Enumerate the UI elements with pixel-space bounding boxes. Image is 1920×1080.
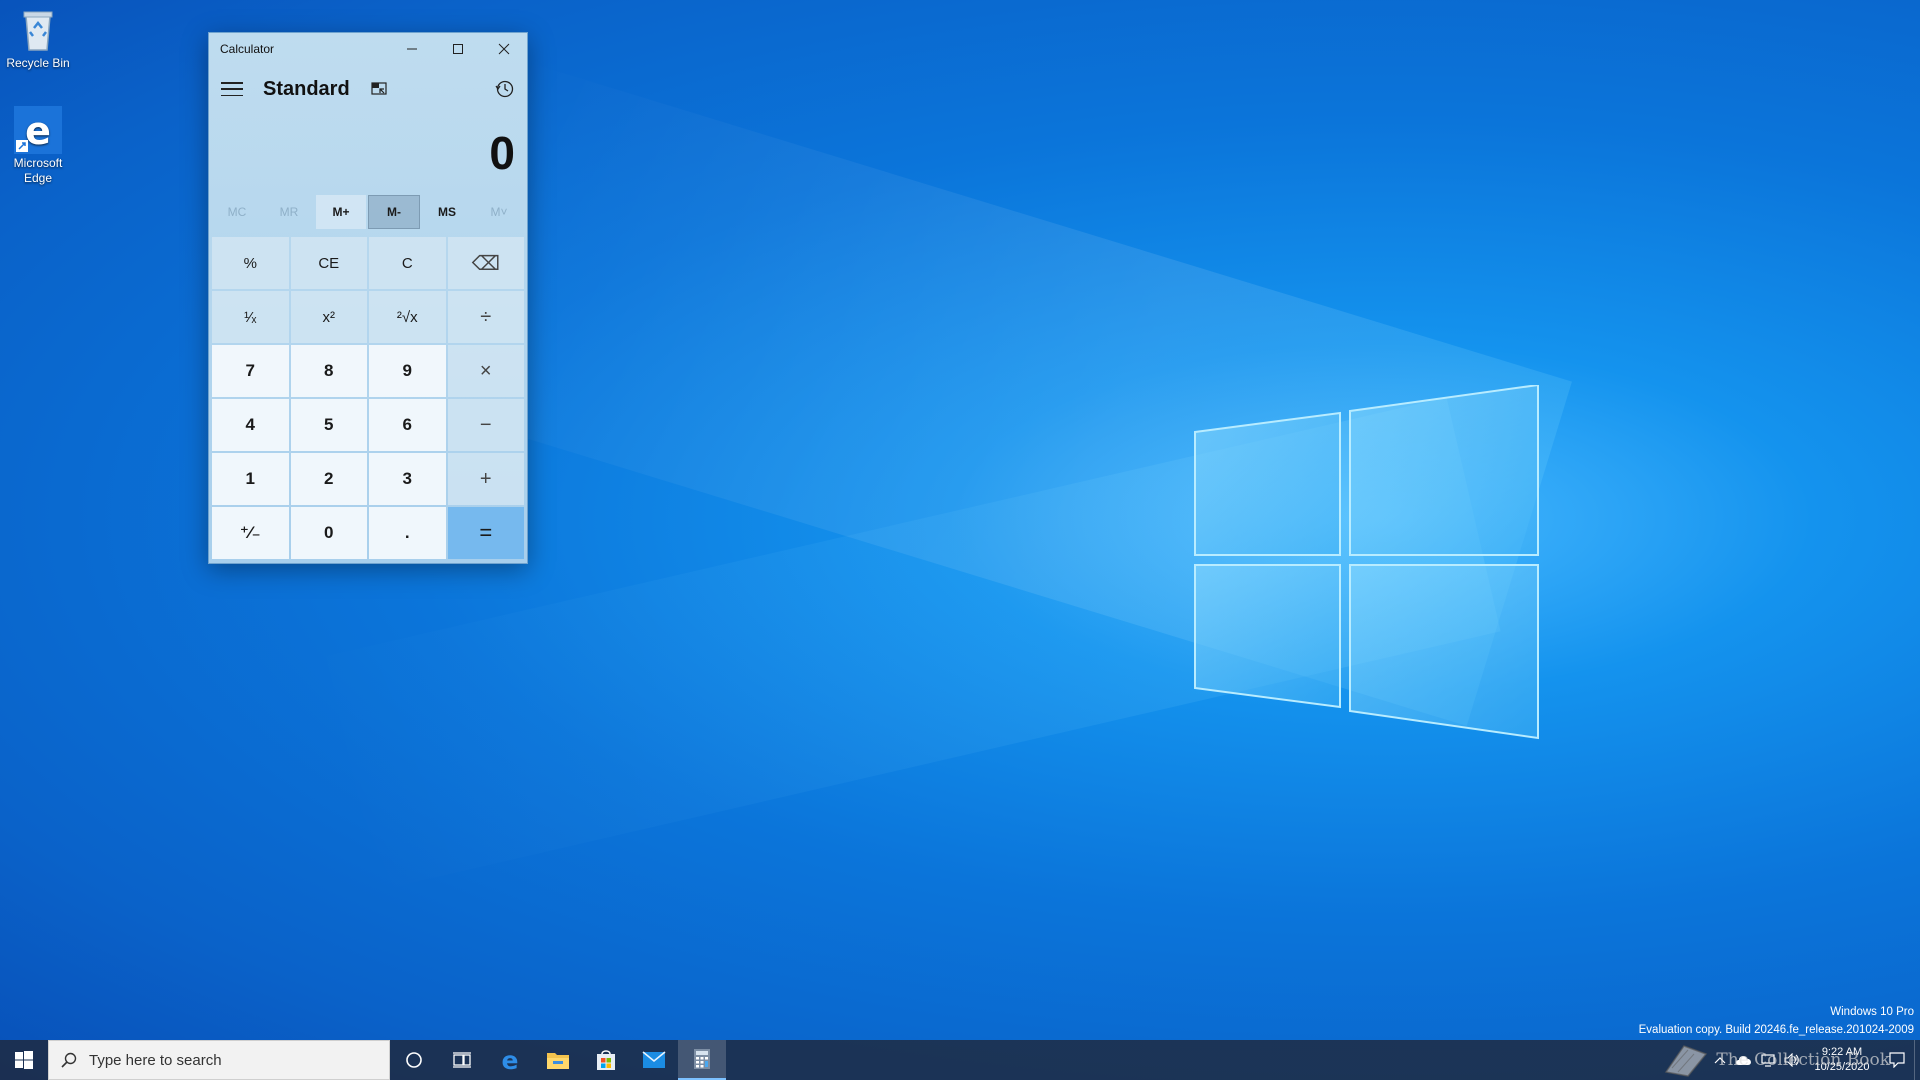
close-icon <box>498 43 510 55</box>
desktop-icon-label: Microsoft Edge <box>13 156 63 185</box>
equals-button[interactable]: = <box>447 507 524 559</box>
cortana-icon <box>406 1052 422 1068</box>
taskbar-mail-button[interactable] <box>630 1040 678 1080</box>
memory-clear-button[interactable]: MC <box>212 195 262 229</box>
svg-text:e: e <box>502 1048 519 1072</box>
search-placeholder: Type here to search <box>89 1051 222 1069</box>
reciprocal-button[interactable]: ¹⁄ₓ <box>212 291 289 343</box>
watermark-build: Evaluation copy. Build 20246.fe_release.… <box>1638 1024 1914 1036</box>
history-icon[interactable] <box>495 79 515 99</box>
close-button[interactable] <box>481 33 527 65</box>
taskbar-edge-button[interactable]: e <box>486 1040 534 1080</box>
digit-5-button[interactable]: 5 <box>290 399 367 451</box>
multiply-button[interactable]: × <box>447 345 524 397</box>
windows-logo-wallpaper <box>1194 385 1539 740</box>
start-button[interactable] <box>0 1040 48 1080</box>
window-title: Calculator <box>220 42 275 56</box>
desktop-icon-label: Recycle Bin <box>6 56 70 70</box>
clear-button[interactable]: C <box>369 237 446 289</box>
taskbar-search-box[interactable]: Type here to search <box>48 1040 390 1080</box>
calculator-icon <box>694 1049 710 1069</box>
digit-8-button[interactable]: 8 <box>290 345 367 397</box>
result-display: 0 <box>489 127 515 179</box>
taskbar-store-button[interactable] <box>582 1040 630 1080</box>
square-button[interactable]: x² <box>290 291 367 343</box>
edge-icon: e <box>502 1048 519 1072</box>
calculator-window: Calculator Standard 0 MC MR M+ M- MS M˅ … <box>208 32 528 564</box>
hamburger-menu-icon[interactable] <box>221 82 243 96</box>
memory-list-button[interactable]: M˅ <box>474 195 524 229</box>
collector-text: The Collection Book <box>1716 1050 1890 1070</box>
square-root-button[interactable]: ²√x <box>369 291 446 343</box>
store-icon <box>597 1050 615 1070</box>
file-explorer-icon <box>547 1053 569 1069</box>
memory-row: MC MR M+ M- MS M˅ <box>209 195 527 229</box>
svg-text:e: e <box>25 109 51 153</box>
windows-start-icon <box>15 1051 33 1069</box>
digit-3-button[interactable]: 3 <box>369 453 446 505</box>
taskbar-file-explorer-button[interactable] <box>534 1040 582 1080</box>
task-view-button[interactable] <box>438 1040 486 1080</box>
digit-1-button[interactable]: 1 <box>212 453 289 505</box>
memory-recall-button[interactable]: MR <box>264 195 314 229</box>
maximize-icon <box>453 44 463 54</box>
recycle-bin-icon <box>14 6 62 54</box>
memory-subtract-button[interactable]: M- <box>368 195 420 229</box>
notification-icon <box>1889 1052 1905 1068</box>
negate-button[interactable]: ⁺⁄₋ <box>212 507 289 559</box>
mode-title: Standard <box>263 77 350 100</box>
memory-store-button[interactable]: MS <box>422 195 472 229</box>
clear-entry-button[interactable]: CE <box>290 237 367 289</box>
search-icon <box>61 1052 77 1068</box>
mail-icon <box>642 1051 666 1068</box>
taskbar-calculator-button[interactable] <box>678 1040 726 1080</box>
digit-4-button[interactable]: 4 <box>212 399 289 451</box>
task-view-icon <box>453 1052 471 1068</box>
add-button[interactable]: + <box>447 453 524 505</box>
desktop-icon-edge[interactable]: e Microsoft Edge <box>0 106 76 186</box>
cortana-button[interactable] <box>390 1040 438 1080</box>
minimize-button[interactable] <box>389 33 435 65</box>
calculator-header: Standard <box>209 65 527 113</box>
watermark-edition: Windows 10 Pro <box>1830 1006 1914 1018</box>
taskbar: Type here to search e 9:22 AM 10/25/2020 <box>0 1040 1920 1080</box>
title-bar: Calculator <box>209 33 527 65</box>
book-icon <box>1665 1045 1708 1077</box>
digit-0-button[interactable]: 0 <box>290 507 367 559</box>
backspace-button[interactable]: ⌫ <box>447 237 524 289</box>
show-desktop-button[interactable] <box>1914 1040 1920 1080</box>
collector-overlay: The Collection Book <box>1662 1040 1890 1080</box>
percent-button[interactable]: % <box>212 237 289 289</box>
keypad: % CE C ⌫ ¹⁄ₓ x² ²√x ÷ 7 8 9 × 4 5 6 − 1 … <box>212 237 524 559</box>
keep-on-top-icon[interactable] <box>370 80 388 98</box>
desktop-icon-recycle-bin[interactable]: Recycle Bin <box>0 6 76 71</box>
digit-2-button[interactable]: 2 <box>290 453 367 505</box>
divide-button[interactable]: ÷ <box>447 291 524 343</box>
digit-7-button[interactable]: 7 <box>212 345 289 397</box>
maximize-button[interactable] <box>435 33 481 65</box>
decimal-button[interactable]: . <box>369 507 446 559</box>
digit-9-button[interactable]: 9 <box>369 345 446 397</box>
subtract-button[interactable]: − <box>447 399 524 451</box>
digit-6-button[interactable]: 6 <box>369 399 446 451</box>
minimize-icon <box>407 48 417 50</box>
edge-icon: e <box>14 106 62 154</box>
memory-add-button[interactable]: M+ <box>316 195 366 229</box>
